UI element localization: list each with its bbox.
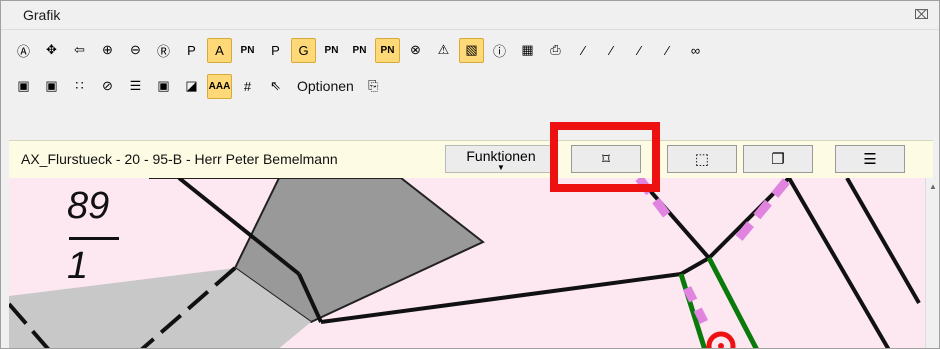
zoom-extent-icon[interactable]: ✥: [39, 38, 64, 63]
close-icon[interactable]: ⌧: [914, 7, 929, 23]
line-add-icon[interactable]: ⁄: [571, 38, 596, 63]
frame-button[interactable]: ⬚: [667, 145, 737, 173]
zoom-in-icon[interactable]: ⊕: [95, 38, 120, 63]
label-pn-red-icon[interactable]: PN: [347, 38, 372, 63]
edit-disabled-icon[interactable]: ⊘: [95, 74, 120, 99]
zoom-r-icon[interactable]: Ⓡ: [151, 38, 176, 63]
frame-icon: ⬚: [694, 151, 710, 168]
line-draw-icon[interactable]: ∕: [655, 38, 680, 63]
label-p-blue-icon[interactable]: P: [263, 38, 288, 63]
pointer-icon[interactable]: ⇖: [263, 74, 288, 99]
grafik-window: Grafik ⌧ Ⓐ ✥ ⇦ ⊕ ⊖ Ⓡ P A PN P G PN PN PN ⊗ ⚠ ▧ ⓘ ▦ ⎙ ⁄ ⁄ ⁄ ∕ ∞ ▣…: [0, 0, 940, 349]
line-remove-icon[interactable]: ⁄: [599, 38, 624, 63]
text-a-icon[interactable]: AAA: [207, 73, 232, 99]
cube-button[interactable]: ❐: [743, 145, 813, 173]
road-edge: [845, 178, 921, 304]
label-g-icon[interactable]: G: [291, 37, 316, 63]
parcel-number-divider: [69, 237, 119, 240]
list-icon: ☰: [863, 151, 877, 168]
chevron-down-icon: ▼: [497, 163, 505, 172]
road-edge: [680, 256, 710, 276]
marker-dot: [718, 343, 724, 348]
highlight-box: [550, 122, 660, 192]
square-dot-icon[interactable]: ▣: [151, 74, 176, 99]
layer-add-icon[interactable]: ▣: [39, 74, 64, 99]
label-pn-gray-icon[interactable]: PN: [319, 38, 344, 63]
hatch-icon[interactable]: ▧: [459, 37, 484, 63]
zoom-out-icon[interactable]: ⊖: [123, 38, 148, 63]
title-bar: Grafik ⌧: [1, 1, 939, 30]
print-icon[interactable]: ⎙: [543, 38, 568, 63]
layer-remove-icon[interactable]: ▣: [11, 74, 36, 99]
functions-dropdown[interactable]: Funktionen ▼: [445, 145, 557, 173]
zoom-a-icon[interactable]: Ⓐ: [11, 38, 36, 63]
object-label: AX_Flurstueck - 20 - 95-B - Herr Peter B…: [21, 151, 338, 167]
warning-icon[interactable]: ⚠: [431, 38, 456, 63]
label-pn-green-icon[interactable]: PN: [235, 38, 260, 63]
road-edge: [787, 178, 891, 348]
options-label[interactable]: Optionen: [297, 78, 354, 94]
back-arrow-icon[interactable]: ⇦: [67, 38, 92, 63]
object-info-bar: AX_Flurstueck - 20 - 95-B - Herr Peter B…: [9, 140, 933, 179]
window-title: Grafik: [23, 7, 61, 23]
info-icon[interactable]: ⓘ: [487, 38, 512, 63]
vertical-scrollbar[interactable]: ▲: [925, 178, 939, 348]
functions-label: Funktionen: [466, 148, 536, 164]
label-pn-selected-icon[interactable]: PN: [375, 37, 400, 63]
contrast-icon[interactable]: ◪: [179, 74, 204, 99]
label-p-icon[interactable]: P: [179, 38, 204, 63]
scroll-up-icon[interactable]: ▲: [926, 182, 939, 191]
map-drawing: [9, 178, 921, 348]
parcel-number-bottom: 1: [67, 245, 89, 287]
binoculars-icon[interactable]: ∞: [683, 38, 708, 63]
toolbar-row-1: Ⓐ ✥ ⇦ ⊕ ⊖ Ⓡ P A PN P G PN PN PN ⊗ ⚠ ▧ ⓘ ▦ ⎙ ⁄ ⁄ ⁄ ∕ ∞: [11, 35, 708, 65]
toolbar-row-2: ▣ ▣ ∷ ⊘ ☰ ▣ ◪ AAA # ⇖ Optionen ⎘: [11, 71, 386, 101]
list-button[interactable]: ☰: [835, 145, 905, 173]
parcel-number-top: 89: [67, 185, 110, 227]
map-canvas[interactable]: [9, 178, 925, 348]
cube-icon: ❐: [771, 151, 785, 168]
line-split-icon[interactable]: ⁄: [627, 38, 652, 63]
pink-dashed-line: [735, 178, 793, 241]
grid-layer-icon[interactable]: ▦: [515, 38, 540, 63]
cancel-circle-icon[interactable]: ⊗: [403, 38, 428, 63]
hash-icon[interactable]: #: [235, 74, 260, 99]
point-grid-icon[interactable]: ∷: [67, 74, 92, 99]
traffic-light-icon[interactable]: ☰: [123, 74, 148, 99]
options-add-icon[interactable]: ⎘: [361, 74, 386, 99]
label-a-icon[interactable]: A: [207, 37, 232, 63]
